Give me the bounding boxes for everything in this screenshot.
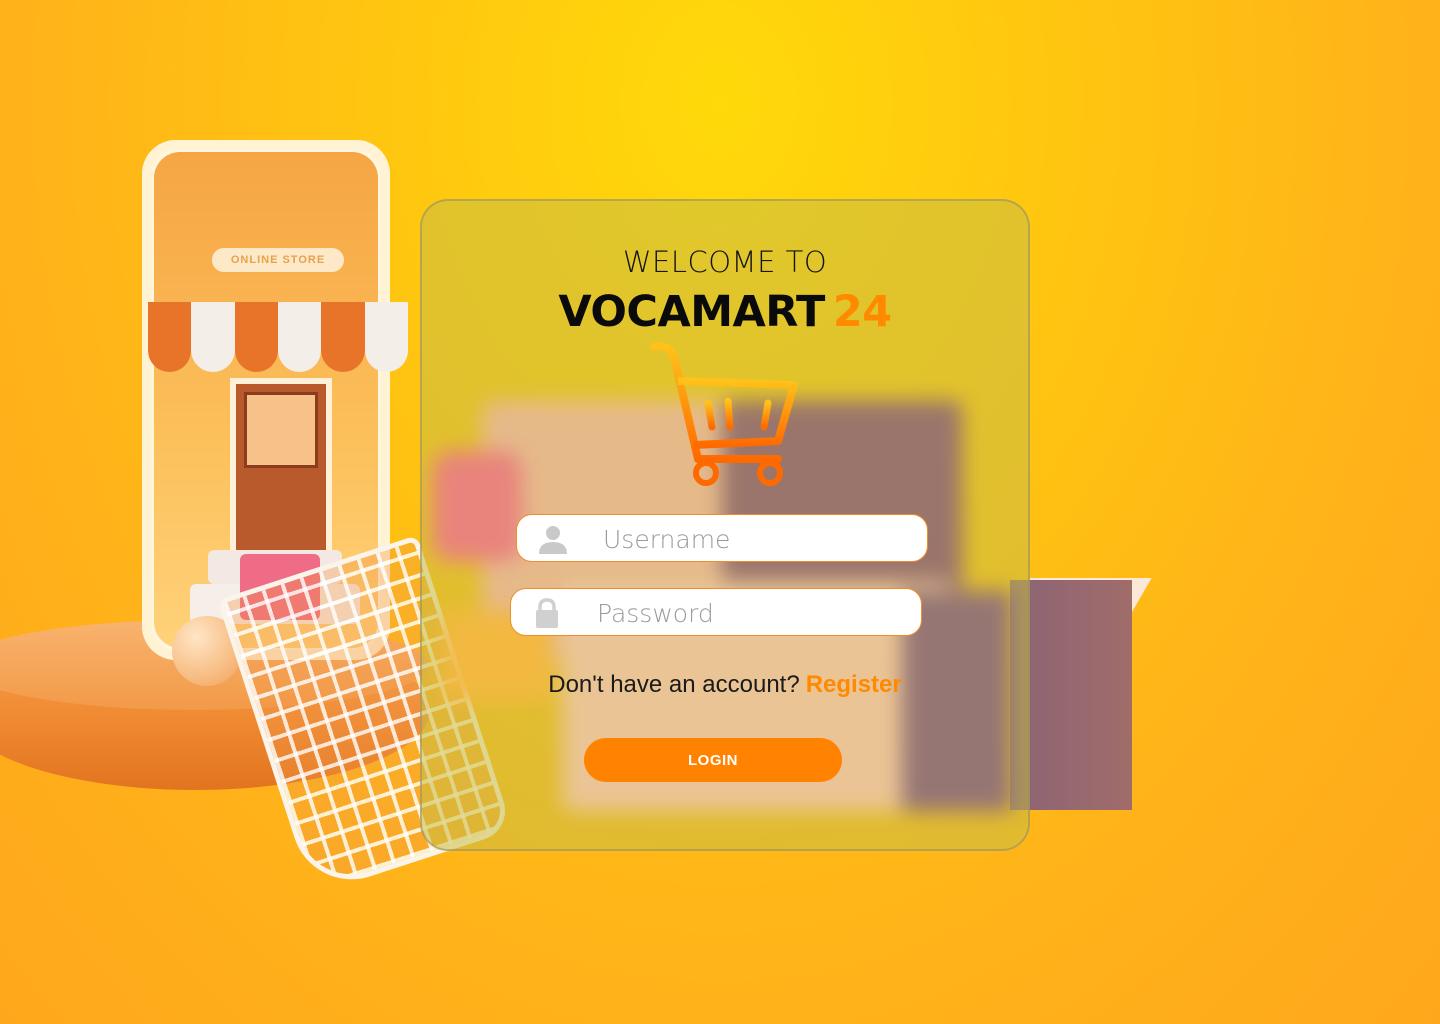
brand-title: VOCAMART 24 bbox=[422, 287, 1028, 337]
brand-number: 24 bbox=[832, 287, 892, 337]
user-icon bbox=[539, 526, 567, 554]
username-field[interactable] bbox=[516, 514, 928, 562]
shopping-cart-icon bbox=[650, 342, 798, 486]
register-prompt: Don't have an account? bbox=[548, 671, 800, 698]
brand-name: VOCAMART bbox=[558, 287, 825, 337]
background-illustration: ONLINE STORE WELCOME TO VOCAMART 24 User… bbox=[0, 0, 1440, 1024]
password-input[interactable] bbox=[595, 595, 899, 631]
login-button[interactable]: LOGIN bbox=[584, 738, 842, 782]
lock-icon bbox=[536, 598, 558, 628]
register-link[interactable]: Register bbox=[806, 671, 902, 698]
door-window bbox=[244, 392, 318, 468]
store-awning bbox=[148, 302, 408, 372]
login-card: WELCOME TO VOCAMART 24 Username Don't ha… bbox=[420, 199, 1030, 851]
store-sign: ONLINE STORE bbox=[212, 248, 344, 272]
password-field[interactable] bbox=[510, 588, 922, 636]
welcome-text: WELCOME TO bbox=[622, 245, 828, 279]
store-door bbox=[230, 378, 332, 554]
username-input[interactable] bbox=[601, 521, 905, 557]
register-row: Don't have an account? Register bbox=[422, 671, 1028, 699]
